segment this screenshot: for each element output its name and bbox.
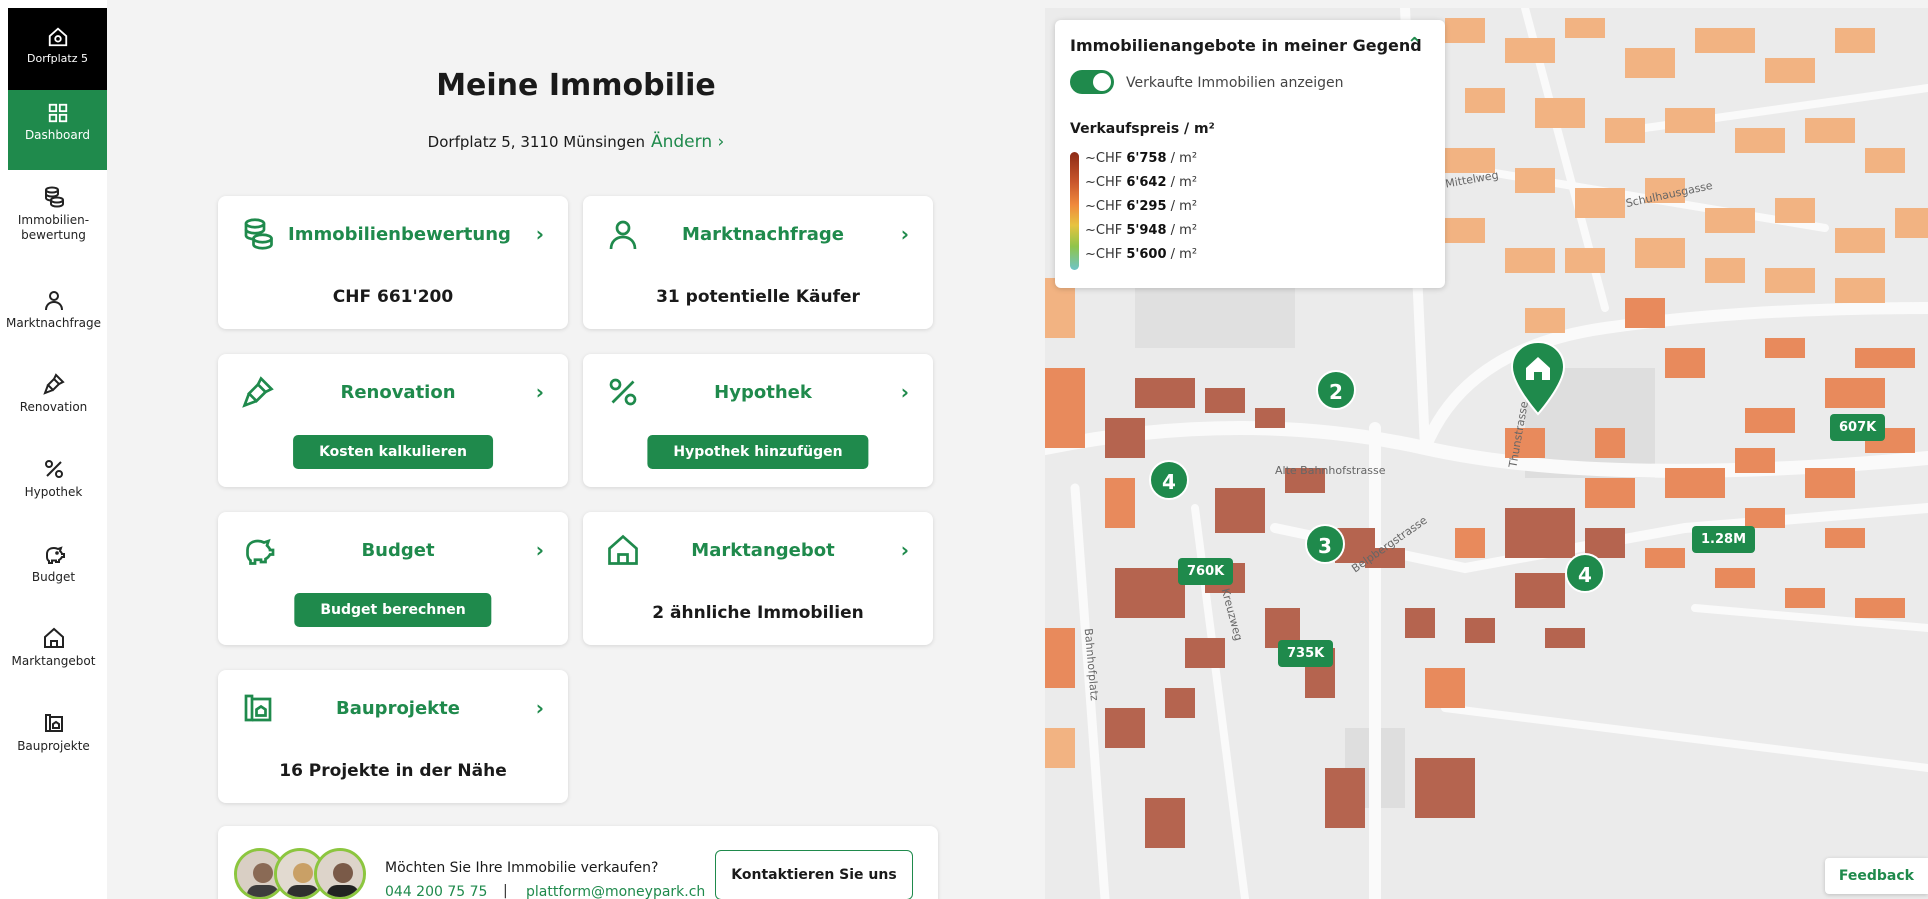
sidebar-item-bauprojekte[interactable]: Bauprojekte <box>0 711 107 754</box>
brush-icon <box>242 376 274 408</box>
contact-us-button[interactable]: Kontaktieren Sie uns <box>715 850 913 899</box>
sidebar-item-renovation[interactable]: Renovation <box>0 372 107 415</box>
divider: | <box>503 883 508 899</box>
sidebar-item-label: Dashboard <box>24 128 91 142</box>
coins-icon <box>44 186 64 208</box>
grid-icon <box>48 103 67 123</box>
avatar <box>314 848 366 899</box>
chevron-up-icon[interactable]: ⌃ <box>1407 34 1422 55</box>
color-scale-bar <box>1070 152 1079 270</box>
sidebar-item-label: Marktnachfrage <box>6 316 101 330</box>
legend-row: ~CHF 6'642 / m² <box>1085 175 1198 190</box>
blueprint-icon <box>244 694 272 722</box>
address-row: Dorfplatz 5, 3110 Münsingen Ändern › <box>107 132 1045 152</box>
blueprint-icon <box>44 714 63 732</box>
map-legend-panel: Immobilienangebote in meiner Gegend ⌃ Ve… <box>1055 20 1445 288</box>
map-cluster-marker[interactable]: 2 <box>1316 370 1356 410</box>
card-value: CHF 661'200 <box>332 287 454 307</box>
house-gear-icon <box>48 27 67 47</box>
sidebar-item-label: Marktangebot <box>11 654 96 668</box>
card-immobilienbewertung[interactable]: Immobilienbewertung › CHF 661'200 <box>218 196 568 329</box>
card-marktangebot[interactable]: Marktangebot › 2 ähnliche Immobilien <box>583 512 933 645</box>
calculate-costs-button[interactable]: Kosten kalkulieren <box>293 435 493 469</box>
sidebar-item-budget[interactable]: Budget <box>0 542 107 585</box>
sidebar-item-label: Budget <box>31 570 76 584</box>
sidebar-property-label: Dorfplatz 5 <box>27 52 88 65</box>
sidebar-item-immobilienbewertung[interactable]: Immobilien- bewertung <box>0 185 107 243</box>
chevron-right-icon[interactable]: › <box>536 538 544 562</box>
legend-row: ~CHF 5'600 / m² <box>1085 247 1198 262</box>
card-value: 16 Projekte in der Nähe <box>279 761 507 781</box>
piggy-bank-icon <box>45 546 65 564</box>
dashboard-panel: Meine Immobilie Dorfplatz 5, 3110 Münsin… <box>107 8 1045 899</box>
sell-question: Möchten Sie Ihre Immobilie verkaufen? <box>385 860 659 876</box>
percent-icon <box>609 378 637 406</box>
card-title: Budget <box>361 540 435 561</box>
house-icon <box>43 627 64 648</box>
map-price-label[interactable]: 735K <box>1278 640 1334 667</box>
sidebar-item-label: Renovation <box>19 400 88 414</box>
piggy-bank-icon <box>246 538 275 565</box>
chevron-right-icon[interactable]: › <box>536 380 544 404</box>
legend-row: ~CHF 6'758 / m² <box>1085 151 1198 166</box>
page-title: Meine Immobilie <box>436 68 716 103</box>
add-mortgage-button[interactable]: Hypothek hinzufügen <box>647 435 869 469</box>
street-label: Alte Bahnhofstrasse <box>1275 464 1386 477</box>
legend-row: ~CHF 5'948 / m² <box>1085 223 1198 238</box>
map-cluster-marker[interactable]: 4 <box>1565 553 1605 593</box>
card-budget[interactable]: Budget › Budget berechnen <box>218 512 568 645</box>
card-bauprojekte[interactable]: Bauprojekte › 16 Projekte in der Nähe <box>218 670 568 803</box>
sidebar-item-hypothek[interactable]: Hypothek <box>0 457 107 500</box>
sidebar-item-label: Hypothek <box>24 485 83 499</box>
sidebar: Dorfplatz 5 Dashboard Immobilien- bewert… <box>0 0 107 899</box>
map-price-label[interactable]: 1.28M <box>1692 526 1756 553</box>
card-renovation[interactable]: Renovation › Kosten kalkulieren <box>218 354 568 487</box>
card-marktnachfrage[interactable]: Marktnachfrage › 31 potentielle Käufer <box>583 196 933 329</box>
legend-row: ~CHF 6'295 / m² <box>1085 199 1198 214</box>
sidebar-item-marktangebot[interactable]: Marktangebot <box>0 626 107 669</box>
person-icon <box>609 220 637 250</box>
calculate-budget-button[interactable]: Budget berechnen <box>294 593 492 627</box>
legend-title: Immobilienangebote in meiner Gegend <box>1070 36 1422 55</box>
toggle-label: Verkaufte Immobilien anzeigen <box>1126 75 1344 91</box>
chevron-right-icon[interactable]: › <box>901 538 909 562</box>
map-price-label[interactable]: 760K <box>1178 558 1234 585</box>
sidebar-item-label: Immobilien- bewertung <box>17 213 90 242</box>
phone-link[interactable]: 044 200 75 75 <box>385 884 487 899</box>
sidebar-item-dashboard[interactable]: Dashboard <box>8 90 107 170</box>
person-icon <box>44 291 63 311</box>
card-title: Marktangebot <box>691 540 835 561</box>
chevron-right-icon[interactable]: › <box>901 380 909 404</box>
card-hypothek[interactable]: Hypothek › Hypothek hinzufügen <box>583 354 933 487</box>
card-title: Bauprojekte <box>336 698 460 719</box>
show-sold-toggle[interactable] <box>1070 70 1114 94</box>
feedback-button[interactable]: Feedback <box>1824 858 1928 894</box>
change-address-link[interactable]: Ändern › <box>651 132 724 152</box>
price-legend-title: Verkaufspreis / m² <box>1070 121 1215 137</box>
home-location-pin-icon[interactable] <box>1510 340 1566 416</box>
card-value: 2 ähnliche Immobilien <box>652 603 864 623</box>
card-value: 31 potentielle Käufer <box>656 287 860 307</box>
toggle-knob <box>1093 73 1111 91</box>
map-cluster-marker[interactable]: 4 <box>1149 460 1189 500</box>
chevron-right-icon[interactable]: › <box>536 696 544 720</box>
card-title: Immobilienbewertung <box>288 224 511 245</box>
card-title: Marktnachfrage <box>682 224 844 245</box>
coins-icon <box>244 218 273 250</box>
percent-icon <box>44 460 63 478</box>
property-address: Dorfplatz 5, 3110 Münsingen <box>427 133 645 151</box>
card-title: Hypothek <box>714 382 812 403</box>
chevron-right-icon[interactable]: › <box>901 222 909 246</box>
house-icon <box>608 534 638 565</box>
map-price-label[interactable]: 607K <box>1830 414 1886 441</box>
sidebar-item-label: Bauprojekte <box>17 739 90 753</box>
chevron-right-icon[interactable]: › <box>536 222 544 246</box>
sidebar-item-marktnachfrage[interactable]: Marktnachfrage <box>0 288 107 331</box>
map-cluster-marker[interactable]: 3 <box>1305 524 1345 564</box>
brush-icon <box>42 373 65 395</box>
email-link[interactable]: plattform@moneypark.ch <box>526 884 705 899</box>
card-title: Renovation <box>340 382 456 403</box>
contact-box: Möchten Sie Ihre Immobilie verkaufen? 04… <box>218 826 938 899</box>
